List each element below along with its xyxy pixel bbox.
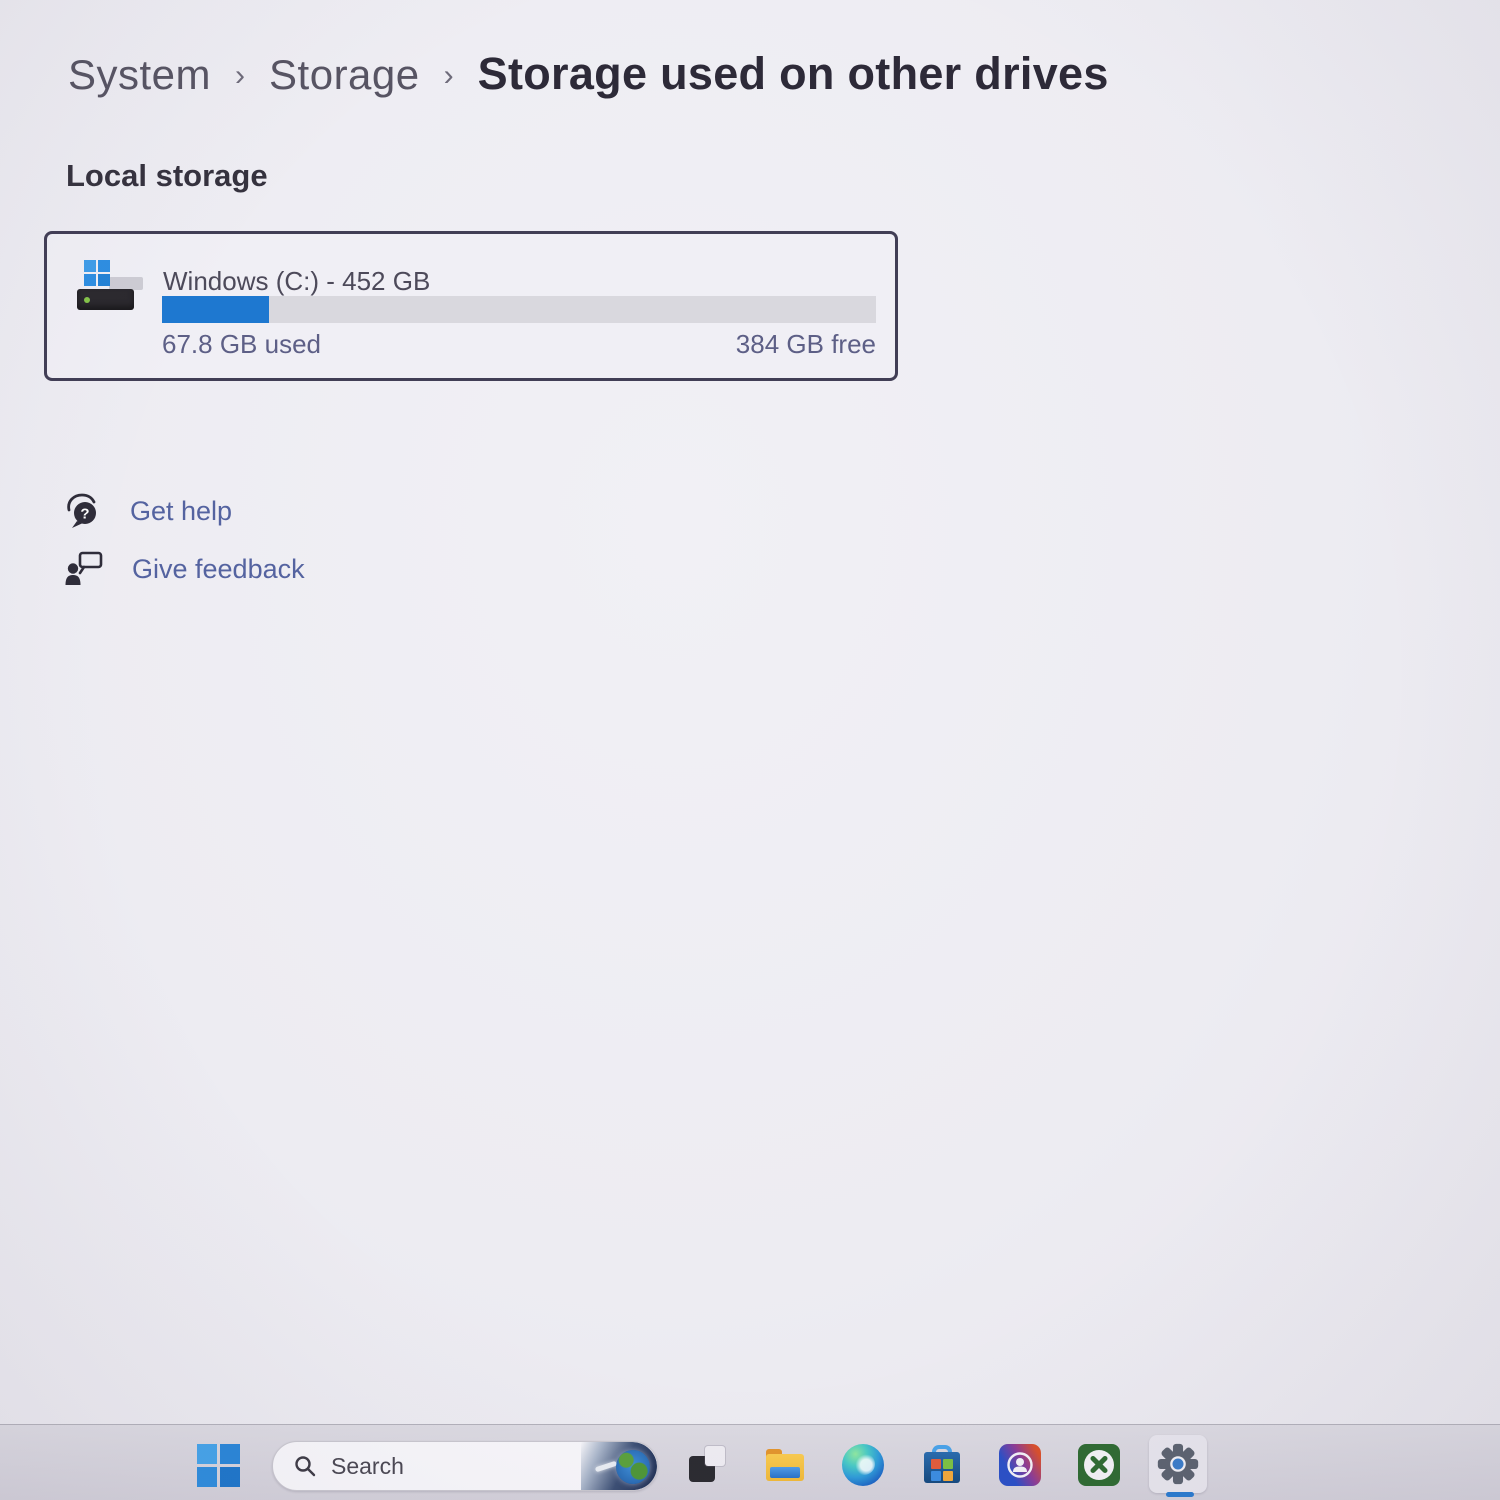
help-bubble-icon: ? — [64, 492, 102, 530]
xbox-button[interactable] — [1077, 1443, 1121, 1487]
file-explorer-button[interactable] — [763, 1443, 807, 1487]
svg-text:?: ? — [80, 506, 89, 523]
settings-window: System › Storage › Storage used on other… — [0, 0, 1500, 1500]
settings-gear-icon — [1156, 1442, 1200, 1486]
globe-icon — [616, 1450, 650, 1484]
breadcrumb-system[interactable]: System — [68, 51, 211, 99]
give-feedback-label: Give feedback — [132, 554, 305, 585]
drive-card-windows-c[interactable]: Windows (C:) - 452 GB 67.8 GB used 384 G… — [44, 231, 898, 381]
feedback-person-icon — [64, 550, 104, 588]
section-title-local-storage: Local storage — [66, 158, 268, 194]
windows-logo-icon — [84, 260, 110, 286]
breadcrumb: System › Storage › Storage used on other… — [68, 48, 1109, 100]
edge-button[interactable] — [841, 1443, 885, 1487]
start-button[interactable] — [196, 1443, 240, 1487]
drive-free-label: 384 GB free — [736, 329, 876, 360]
quick-assist-button[interactable] — [998, 1443, 1042, 1487]
drive-usage-bar — [162, 296, 876, 323]
taskbar — [0, 1424, 1500, 1500]
breadcrumb-separator: › — [235, 59, 245, 93]
search-highlight-image[interactable] — [581, 1442, 657, 1491]
get-help-label: Get help — [130, 496, 232, 527]
drive-usage-fill — [162, 296, 269, 323]
drive-title: Windows (C:) - 452 GB — [163, 266, 430, 297]
breadcrumb-storage[interactable]: Storage — [269, 51, 420, 99]
task-view-button[interactable] — [684, 1443, 728, 1487]
breadcrumb-separator: › — [444, 59, 454, 93]
drive-used-label: 67.8 GB used — [162, 329, 321, 360]
settings-button[interactable] — [1149, 1435, 1207, 1493]
get-help-link[interactable]: ? Get help — [64, 492, 232, 530]
taskbar-search-box[interactable] — [272, 1441, 658, 1491]
page-title: Storage used on other drives — [478, 48, 1109, 100]
active-app-indicator — [1166, 1492, 1194, 1497]
microsoft-store-button[interactable] — [920, 1443, 964, 1487]
search-icon — [293, 1454, 317, 1478]
give-feedback-link[interactable]: Give feedback — [64, 550, 305, 588]
os-drive-icon — [77, 260, 143, 314]
search-input[interactable] — [331, 1453, 521, 1480]
